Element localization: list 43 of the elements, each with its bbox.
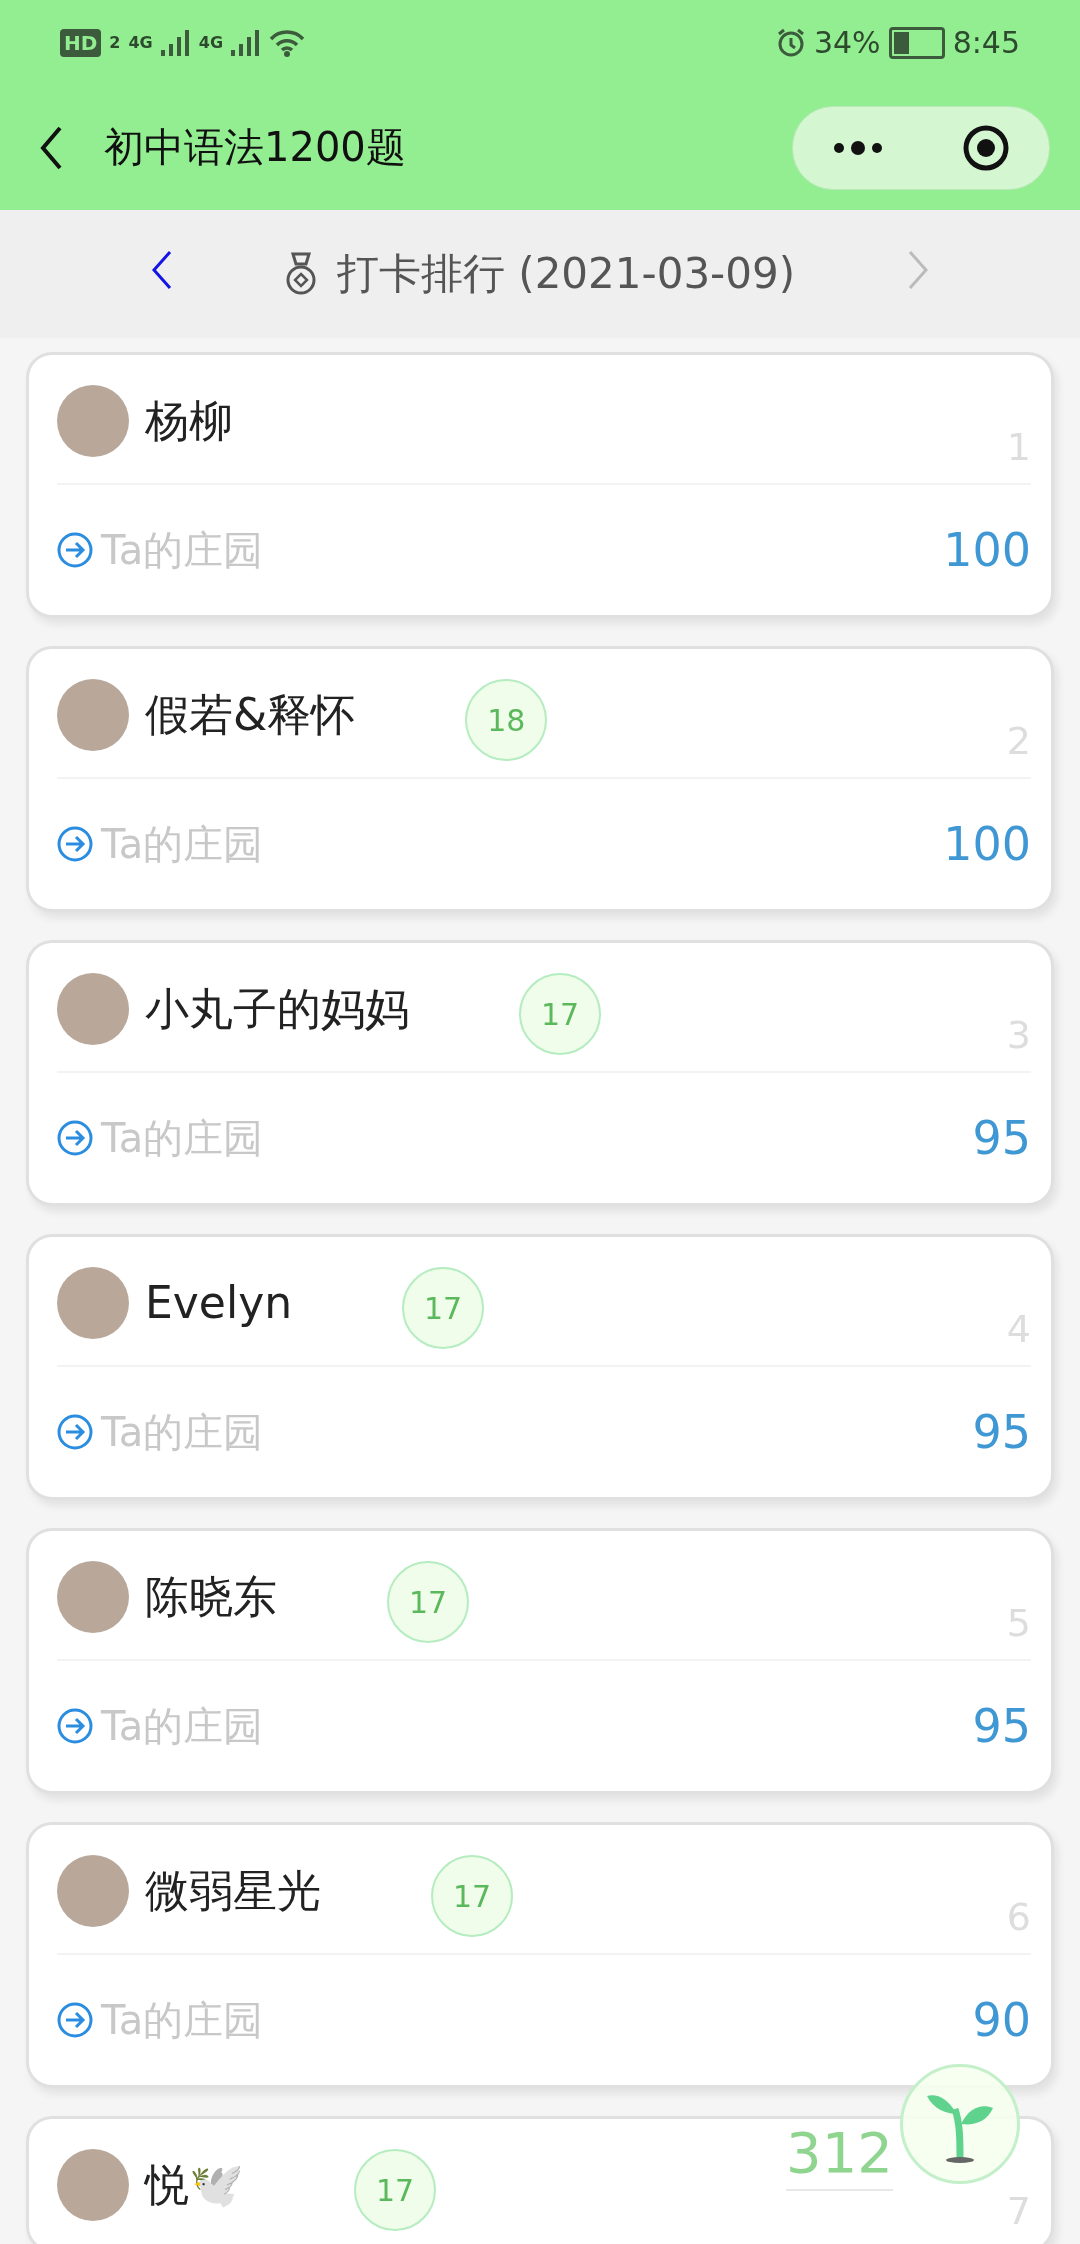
score: 100 [943,523,1031,577]
user-name: 陈晓东 [145,1570,277,1624]
clock-time: 8:45 [952,25,1020,60]
arrow-circle-icon [57,1120,93,1156]
ranking-title: 打卡排行 (2021-03-09) [336,248,796,300]
user-name: 悦🕊 [145,2158,244,2212]
app-title: 初中语法1200题 [104,123,407,172]
arrow-circle-icon [57,1414,93,1450]
signal-icon [160,29,191,56]
alarm-icon [775,27,806,58]
score: 100 [943,817,1031,871]
wifi-icon [269,28,305,57]
sim-number: 2 [109,33,121,52]
user-name: Evelyn [145,1276,293,1330]
battery-percent: 34% [813,25,881,60]
score: 90 [972,1993,1031,2047]
user-name: 假若&释怀 [145,688,356,742]
back-icon[interactable] [40,125,64,170]
streak-count: 17 [519,973,601,1055]
user-name: 杨柳 [145,394,233,448]
streak-count: 17 [354,2149,436,2231]
close-target-icon[interactable] [961,123,1010,172]
network-type: 4G [198,33,223,52]
streak-count: 17 [402,1267,485,1349]
streak-count: 17 [431,1855,513,1937]
user-name: 微弱星光 [145,1864,321,1918]
network-type: 4G [128,33,153,52]
more-icon[interactable] [832,140,883,155]
score: 95 [972,1405,1031,1459]
score: 95 [972,1111,1031,1165]
medal-icon [284,252,317,296]
battery-icon [888,26,945,59]
streak-count: 17 [387,1561,469,1643]
hd-indicator: HD [60,28,102,57]
arrow-circle-icon [57,532,93,568]
arrow-circle-icon [57,826,93,862]
streak-count: 18 [465,679,548,761]
arrow-circle-icon [57,1708,93,1744]
total-count: 312 [786,2120,893,2191]
user-name: 小丸子的妈妈 [145,982,409,1036]
arrow-circle-icon [57,2002,93,2038]
signal-icon [231,29,261,56]
score: 95 [972,1699,1031,1753]
